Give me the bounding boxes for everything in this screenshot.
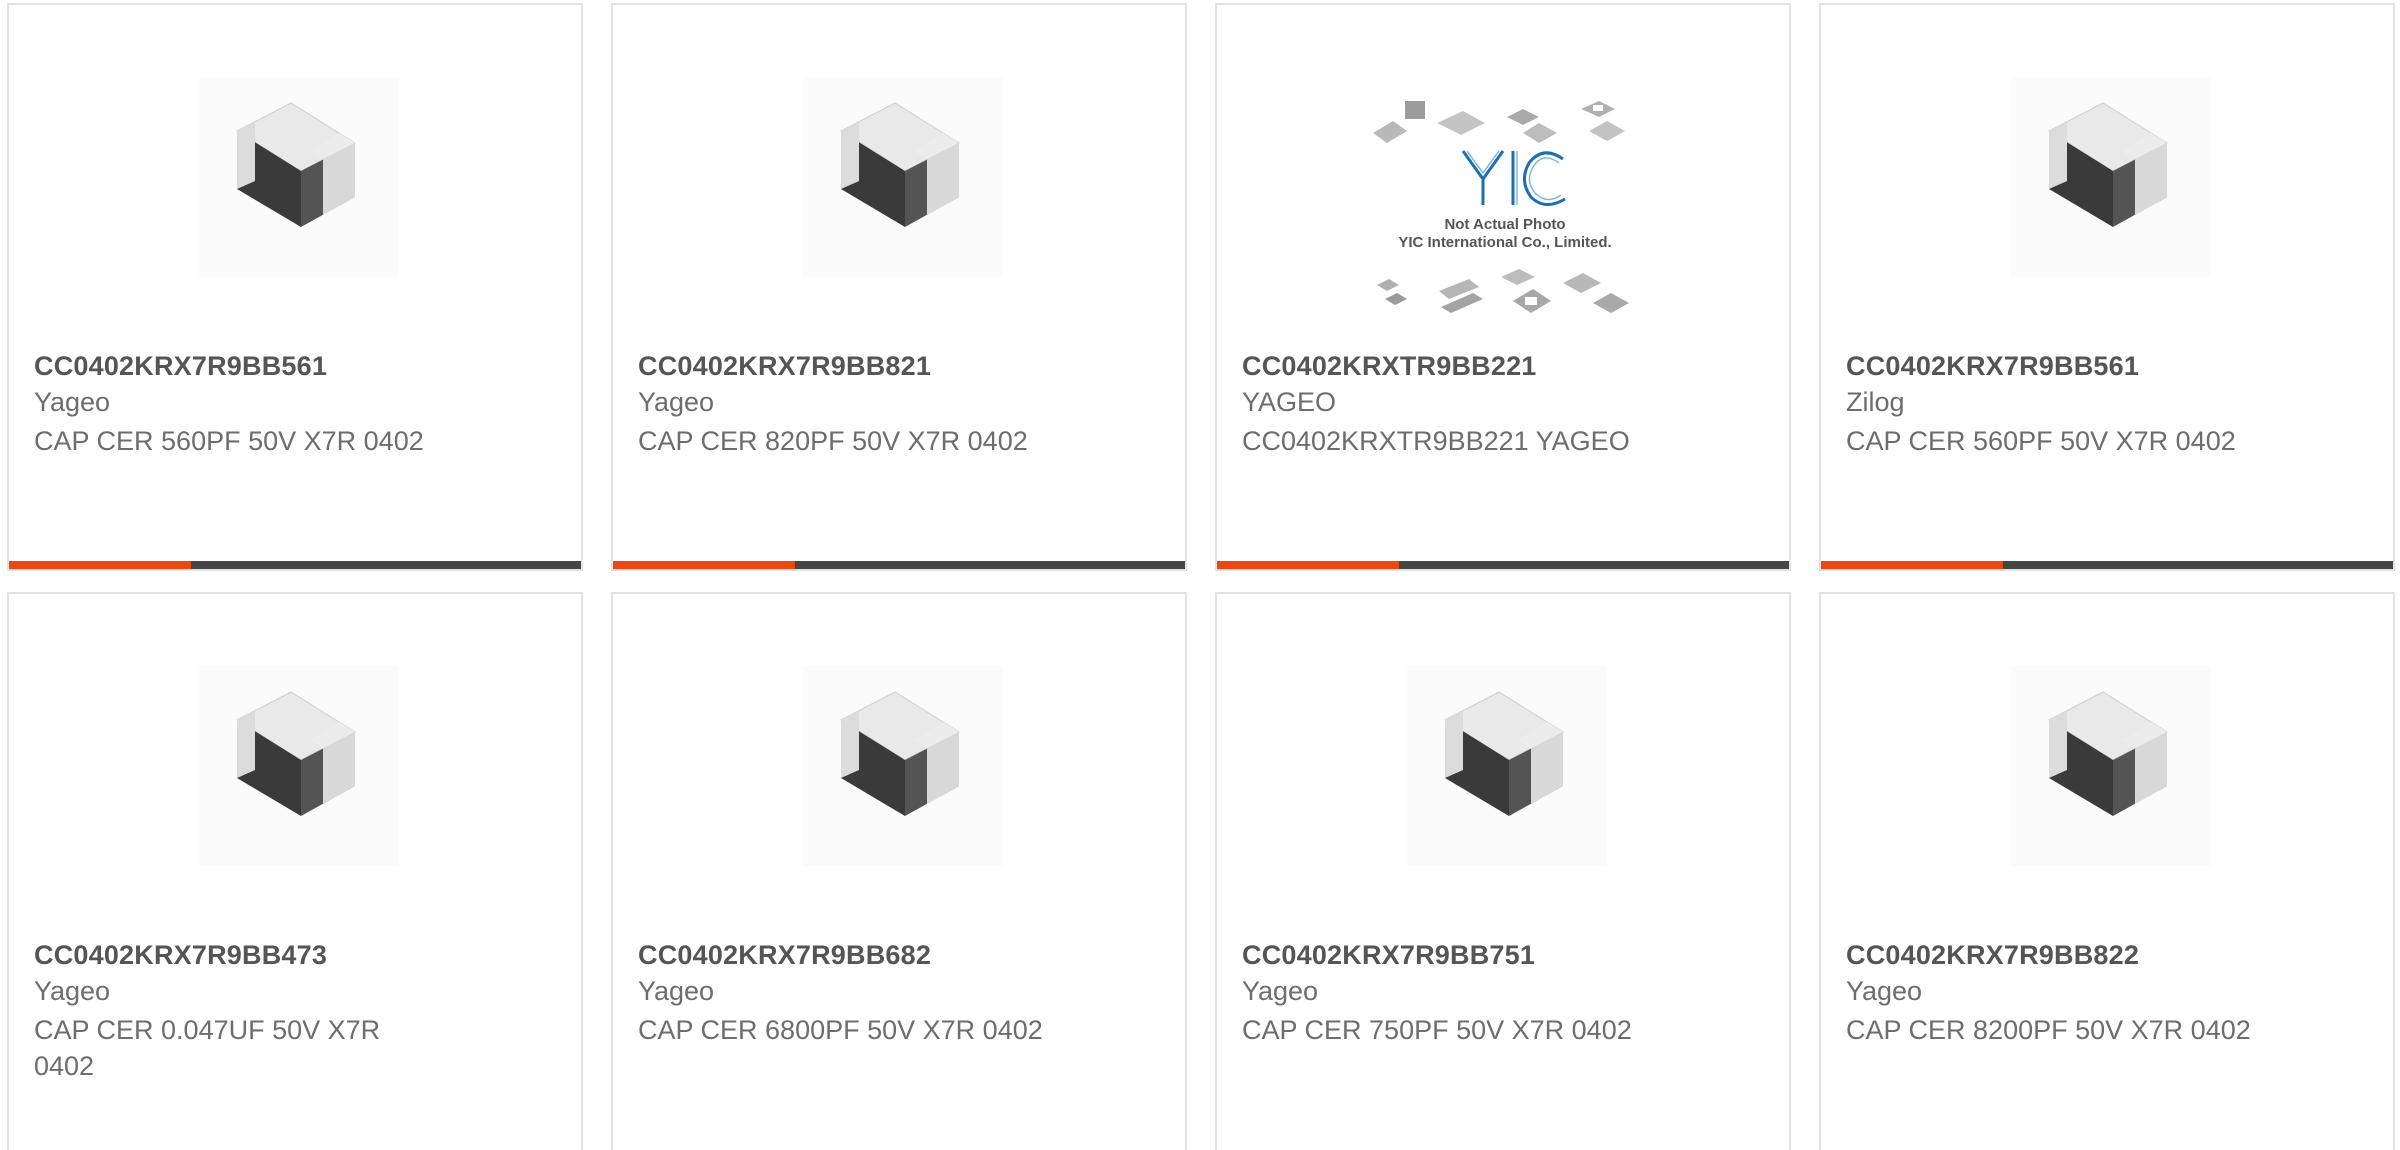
manufacturer: Yageo <box>34 387 111 417</box>
description: CAP CER 0.047UF 50V X7R 0402 <box>34 1015 381 1081</box>
product-card[interactable]: CC0402KRX7R9BB561 Zilog CAP CER 560PF 50… <box>1819 3 2395 571</box>
description: CAP CER 560PF 50V X7R 0402 <box>34 426 424 456</box>
product-card[interactable]: CC0402KRX7R9BB822 Yageo CAP CER 8200PF 5… <box>1819 592 2395 1150</box>
product-card[interactable]: CC0402KRX7R9BB561 Yageo CAP CER 560PF 50… <box>7 3 583 571</box>
placeholder-line-2: YIC International Co., Limited. <box>1398 234 1611 251</box>
part-number[interactable]: CC0402KRX7R9BB682 <box>638 940 931 971</box>
card-progress-fill <box>9 561 191 569</box>
part-number[interactable]: CC0402KRX7R9BB821 <box>638 351 931 382</box>
placeholder-line-1: Not Actual Photo <box>1444 216 1565 233</box>
description: CC0402KRXTR9BB221 YAGEO <box>1242 426 1630 456</box>
manufacturer: Yageo <box>638 387 715 417</box>
manufacturer: Yageo <box>34 976 111 1006</box>
part-number[interactable]: CC0402KRX7R9BB561 <box>1846 351 2139 382</box>
description: CAP CER 750PF 50V X7R 0402 <box>1242 1015 1632 1045</box>
product-card[interactable]: CC0402KRX7R9BB473 Yageo CAP CER 0.047UF … <box>7 592 583 1150</box>
card-progress-bar <box>613 561 1185 569</box>
part-number[interactable]: CC0402KRX7R9BB561 <box>34 351 327 382</box>
description: CAP CER 820PF 50V X7R 0402 <box>638 426 1028 456</box>
manufacturer: Yageo <box>1846 976 1923 1006</box>
part-number[interactable]: CC0402KRX7R9BB751 <box>1242 940 1535 971</box>
card-progress-fill <box>1821 561 2003 569</box>
manufacturer: Yageo <box>638 976 715 1006</box>
chip-capacitor-icon[interactable] <box>1407 666 1607 866</box>
part-number[interactable]: CC0402KRX7R9BB822 <box>1846 940 2139 971</box>
yic-placeholder-logo[interactable]: Not Actual Photo YIC International Co., … <box>1367 93 1643 341</box>
chip-capacitor-icon[interactable] <box>2011 77 2211 277</box>
chip-capacitor-icon[interactable] <box>2011 666 2211 866</box>
part-number[interactable]: CC0402KRXTR9BB221 <box>1242 351 1537 382</box>
chip-capacitor-icon[interactable] <box>199 666 399 866</box>
card-progress-bar <box>1821 561 2393 569</box>
product-card[interactable]: Not Actual Photo YIC International Co., … <box>1215 3 1791 571</box>
description: CAP CER 560PF 50V X7R 0402 <box>1846 426 2236 456</box>
description: CAP CER 6800PF 50V X7R 0402 <box>638 1015 1043 1045</box>
card-progress-bar <box>1217 561 1789 569</box>
chip-capacitor-icon[interactable] <box>199 77 399 277</box>
card-progress-fill <box>613 561 795 569</box>
part-number[interactable]: CC0402KRX7R9BB473 <box>34 940 327 971</box>
chip-capacitor-icon[interactable] <box>803 77 1003 277</box>
description: CAP CER 8200PF 50V X7R 0402 <box>1846 1015 2251 1045</box>
product-card[interactable]: CC0402KRX7R9BB821 Yageo CAP CER 820PF 50… <box>611 3 1187 571</box>
product-grid: CC0402KRX7R9BB561 Yageo CAP CER 560PF 50… <box>0 0 2400 1150</box>
manufacturer: YAGEO <box>1242 387 1337 417</box>
chip-capacitor-icon[interactable] <box>803 666 1003 866</box>
manufacturer: Zilog <box>1846 387 1905 417</box>
product-card[interactable]: CC0402KRX7R9BB751 Yageo CAP CER 750PF 50… <box>1215 592 1791 1150</box>
card-progress-fill <box>1217 561 1399 569</box>
manufacturer: Yageo <box>1242 976 1319 1006</box>
card-progress-bar <box>9 561 581 569</box>
product-card[interactable]: CC0402KRX7R9BB682 Yageo CAP CER 6800PF 5… <box>611 592 1187 1150</box>
